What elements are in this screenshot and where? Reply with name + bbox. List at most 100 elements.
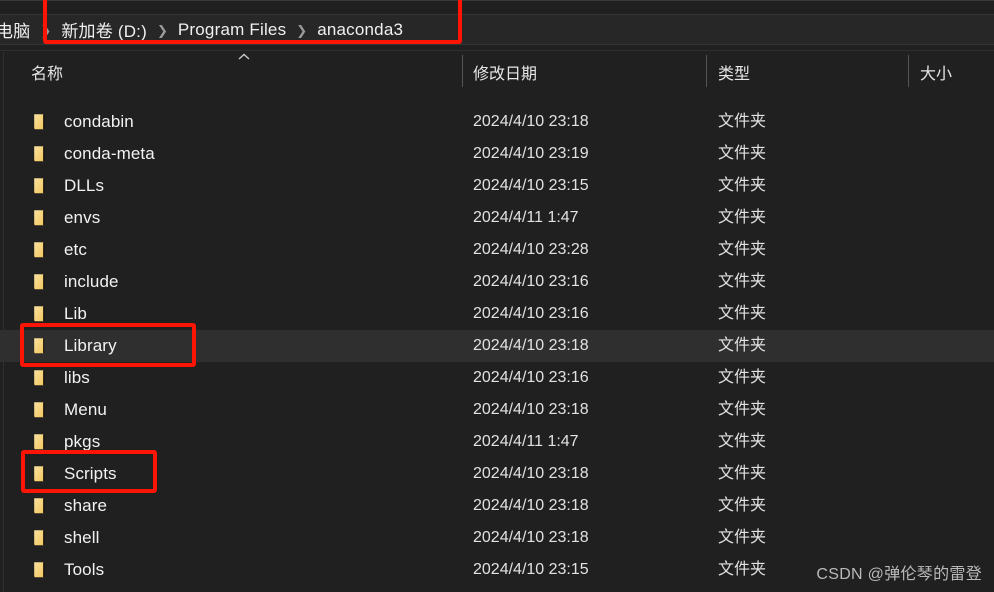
folder-icon bbox=[31, 337, 50, 355]
file-type-cell: 文件夹 bbox=[718, 401, 767, 418]
file-date-cell: 2024/4/10 23:15 bbox=[473, 177, 589, 194]
column-header-type[interactable]: 类型 bbox=[718, 60, 750, 84]
file-date-cell: 2024/4/10 23:18 bbox=[473, 401, 589, 418]
file-list-row[interactable]: shell 2024/4/10 23:18 文件夹 bbox=[0, 522, 994, 554]
file-name-cell[interactable]: shell bbox=[31, 522, 99, 554]
folder-icon bbox=[31, 497, 50, 515]
file-list-row[interactable]: Lib 2024/4/10 23:16 文件夹 bbox=[0, 298, 994, 330]
file-name-label: shell bbox=[64, 528, 100, 547]
file-list-row[interactable]: include 2024/4/10 23:16 文件夹 bbox=[0, 266, 994, 298]
breadcrumb-segment[interactable]: 新加卷 (D:) bbox=[59, 17, 149, 42]
file-list-row[interactable]: etc 2024/4/10 23:28 文件夹 bbox=[0, 234, 994, 266]
file-name-cell[interactable]: libs bbox=[31, 362, 90, 394]
file-name-label: Scripts bbox=[64, 464, 117, 483]
file-date-cell: 2024/4/10 23:18 bbox=[473, 529, 589, 546]
file-name-cell[interactable]: Menu bbox=[31, 394, 107, 426]
column-divider[interactable] bbox=[462, 55, 463, 87]
file-date-cell: 2024/4/10 23:28 bbox=[473, 241, 589, 258]
file-list-row[interactable]: Library 2024/4/10 23:18 文件夹 bbox=[0, 330, 994, 362]
file-date-cell: 2024/4/10 23:16 bbox=[473, 273, 589, 290]
folder-icon bbox=[31, 465, 50, 483]
file-list-row[interactable]: Menu 2024/4/10 23:18 文件夹 bbox=[0, 394, 994, 426]
file-type-cell: 文件夹 bbox=[718, 561, 767, 578]
column-header-name[interactable]: 名称 bbox=[31, 60, 63, 84]
file-name-cell[interactable]: condabin bbox=[31, 106, 134, 138]
file-date-cell: 2024/4/10 23:18 bbox=[473, 337, 589, 354]
file-name-cell[interactable]: pkgs bbox=[31, 426, 100, 458]
file-name-cell[interactable]: envs bbox=[31, 202, 100, 234]
file-type-cell: 文件夹 bbox=[718, 529, 767, 546]
column-header-date[interactable]: 修改日期 bbox=[473, 60, 537, 84]
folder-icon bbox=[31, 273, 50, 291]
file-name-label: share bbox=[64, 496, 108, 515]
file-name-label: include bbox=[64, 272, 119, 291]
breadcrumb-segment[interactable]: 电脑 bbox=[0, 17, 32, 42]
breadcrumb-segment[interactable]: anaconda3 bbox=[315, 20, 405, 40]
file-type-cell: 文件夹 bbox=[718, 273, 767, 290]
file-list-row[interactable]: share 2024/4/10 23:18 文件夹 bbox=[0, 490, 994, 522]
file-name-label: etc bbox=[64, 240, 87, 259]
folder-icon bbox=[31, 145, 50, 163]
file-type-cell: 文件夹 bbox=[718, 305, 767, 322]
file-name-cell[interactable]: DLLs bbox=[31, 170, 104, 202]
file-list-row[interactable]: envs 2024/4/11 1:47 文件夹 bbox=[0, 202, 994, 234]
watermark: CSDN @弹伦琴的雷登 bbox=[816, 566, 982, 583]
chevron-right-icon: ❯ bbox=[156, 22, 168, 38]
file-type-cell: 文件夹 bbox=[718, 145, 767, 162]
file-type-cell: 文件夹 bbox=[718, 209, 767, 226]
column-divider[interactable] bbox=[908, 55, 909, 87]
folder-icon bbox=[31, 529, 50, 547]
file-name-cell[interactable]: Scripts bbox=[31, 458, 117, 490]
file-name-label: pkgs bbox=[64, 432, 101, 451]
file-date-cell: 2024/4/11 1:47 bbox=[473, 433, 579, 450]
column-header-size[interactable]: 大小 bbox=[920, 60, 952, 84]
file-list-row[interactable]: libs 2024/4/10 23:16 文件夹 bbox=[0, 362, 994, 394]
file-list-row[interactable]: DLLs 2024/4/10 23:15 文件夹 bbox=[0, 170, 994, 202]
file-name-label: conda-meta bbox=[64, 144, 155, 163]
folder-icon bbox=[31, 369, 50, 387]
file-type-cell: 文件夹 bbox=[718, 497, 767, 514]
file-list-row[interactable]: pkgs 2024/4/11 1:47 文件夹 bbox=[0, 426, 994, 458]
column-divider[interactable] bbox=[706, 55, 707, 87]
file-name-label: libs bbox=[64, 368, 90, 387]
file-date-cell: 2024/4/10 23:15 bbox=[473, 561, 589, 578]
file-name-cell[interactable]: Tools bbox=[31, 554, 104, 586]
file-date-cell: 2024/4/11 1:47 bbox=[473, 209, 579, 226]
file-explorer-window: 电脑 ❯ 新加卷 (D:) ❯ Program Files ❯ anaconda3 名称 修改… bbox=[0, 0, 994, 592]
breadcrumb-segment[interactable]: Program Files bbox=[176, 20, 288, 40]
file-name-label: Library bbox=[64, 336, 117, 355]
file-name-cell[interactable]: Library bbox=[31, 330, 117, 362]
file-type-cell: 文件夹 bbox=[718, 465, 767, 482]
file-list-row[interactable]: conda-meta 2024/4/10 23:19 文件夹 bbox=[0, 138, 994, 170]
folder-icon bbox=[31, 305, 50, 323]
file-name-cell[interactable]: conda-meta bbox=[31, 138, 155, 170]
file-name-cell[interactable]: share bbox=[31, 490, 107, 522]
file-date-cell: 2024/4/10 23:18 bbox=[473, 113, 589, 130]
file-name-label: Lib bbox=[64, 304, 87, 323]
chevron-right-icon: ❯ bbox=[296, 22, 308, 38]
file-type-cell: 文件夹 bbox=[718, 433, 767, 450]
file-name-label: envs bbox=[64, 208, 101, 227]
breadcrumb[interactable]: 电脑 ❯ 新加卷 (D:) ❯ Program Files ❯ anaconda3 bbox=[0, 14, 405, 45]
folder-icon bbox=[31, 209, 50, 227]
file-type-cell: 文件夹 bbox=[718, 113, 767, 130]
chevron-up-icon[interactable] bbox=[236, 52, 252, 62]
folder-icon bbox=[31, 561, 50, 579]
file-list-row[interactable]: condabin 2024/4/10 23:18 文件夹 bbox=[0, 106, 994, 138]
file-date-cell: 2024/4/10 23:16 bbox=[473, 369, 589, 386]
file-date-cell: 2024/4/10 23:18 bbox=[473, 497, 589, 514]
file-type-cell: 文件夹 bbox=[718, 369, 767, 386]
file-name-cell[interactable]: Lib bbox=[31, 298, 87, 330]
file-type-cell: 文件夹 bbox=[718, 337, 767, 354]
file-name-cell[interactable]: include bbox=[31, 266, 119, 298]
folder-icon bbox=[31, 113, 50, 131]
window-top-divider bbox=[0, 0, 994, 1]
file-type-cell: 文件夹 bbox=[718, 177, 767, 194]
file-date-cell: 2024/4/10 23:16 bbox=[473, 305, 589, 322]
folder-icon bbox=[31, 401, 50, 419]
file-date-cell: 2024/4/10 23:19 bbox=[473, 145, 589, 162]
file-name-cell[interactable]: etc bbox=[31, 234, 87, 266]
chevron-right-icon: ❯ bbox=[40, 22, 52, 38]
file-list-row[interactable]: Scripts 2024/4/10 23:18 文件夹 bbox=[0, 458, 994, 490]
folder-icon bbox=[31, 433, 50, 451]
